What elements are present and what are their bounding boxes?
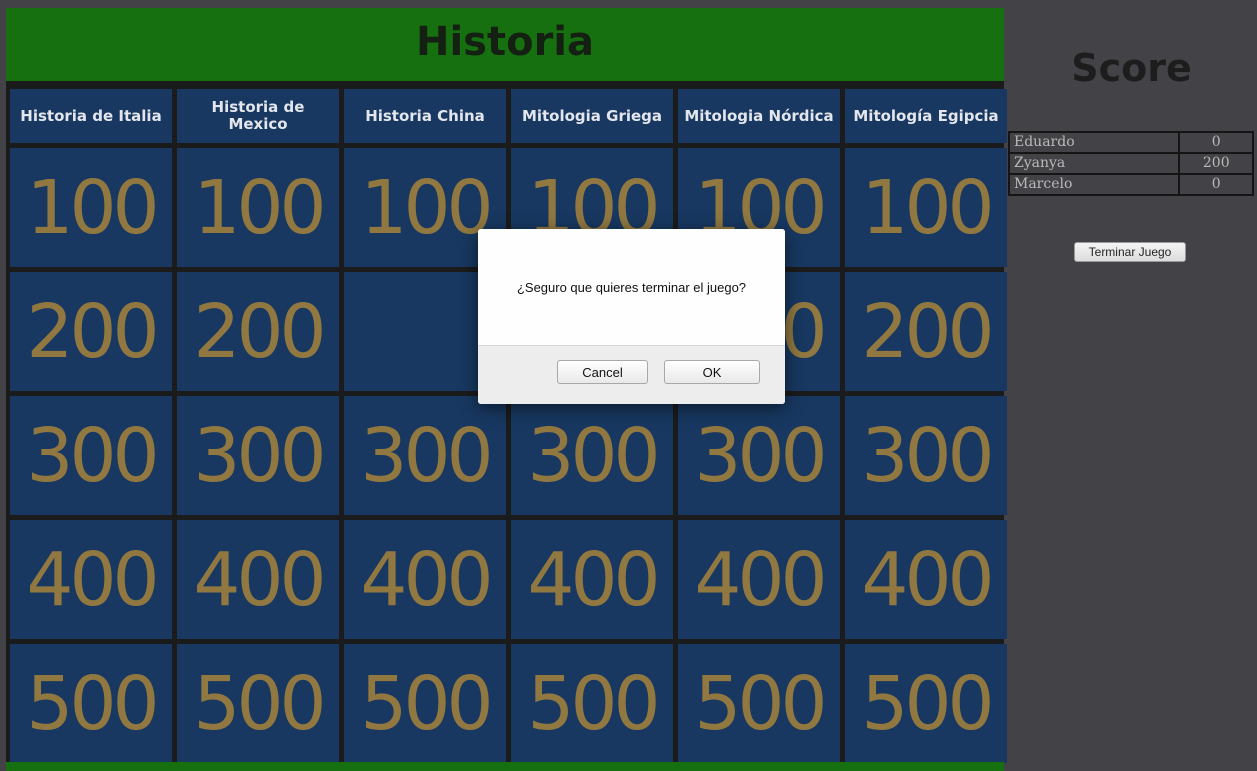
- dialog-message: ¿Seguro que quieres terminar el juego?: [516, 279, 747, 295]
- dialog-footer: Cancel OK: [478, 345, 785, 404]
- game-page: Historia Historia de Italia Historia de …: [0, 0, 1257, 771]
- dialog-body: ¿Seguro que quieres terminar el juego?: [478, 229, 785, 345]
- cancel-button[interactable]: Cancel: [557, 360, 648, 384]
- modal-overlay: ¿Seguro que quieres terminar el juego? C…: [0, 0, 1257, 771]
- confirm-dialog: ¿Seguro que quieres terminar el juego? C…: [478, 229, 785, 404]
- ok-button[interactable]: OK: [664, 360, 760, 384]
